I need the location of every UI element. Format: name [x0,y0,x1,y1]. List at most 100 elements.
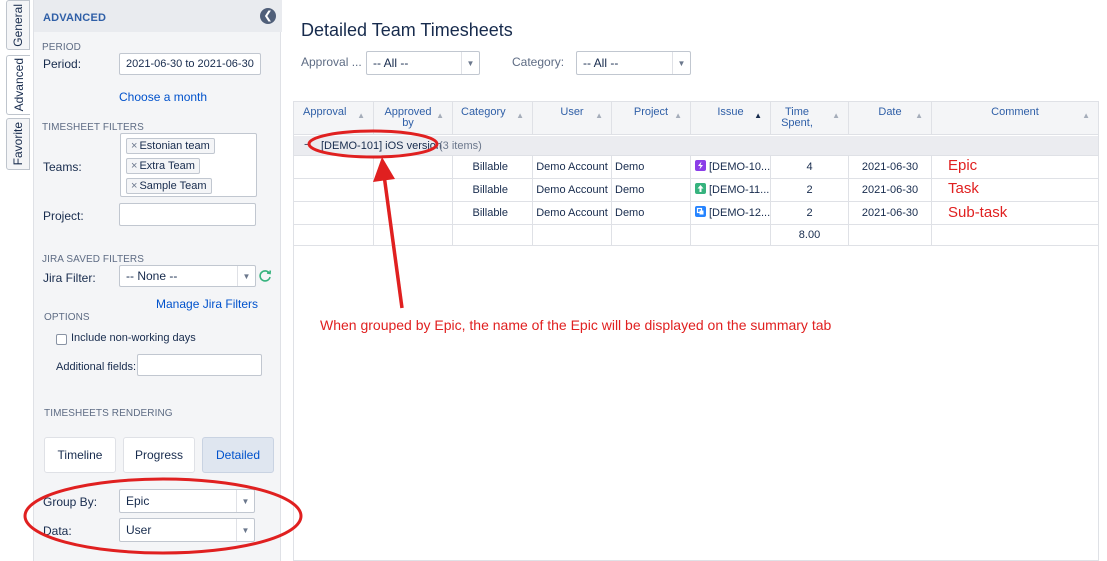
category-cell: Billable [453,202,533,225]
subtask-annotation: Sub-task [948,204,1008,221]
group-by-value: Epic [126,494,150,508]
additional-fields-label: Additional fields: [56,361,137,373]
column-header-approval[interactable]: Approval ▲ [294,102,374,135]
rendering-section-label: TIMESHEETS RENDERING [44,408,173,419]
manage-jira-filters-link[interactable]: Manage Jira Filters [156,297,258,311]
table-row[interactable]: Billable Demo Account Demo [DEMO-10... 4… [294,156,1098,179]
project-cell: Demo [612,202,691,225]
column-header-label: Issue [717,106,744,118]
jira-filter-label: Jira Filter: [43,271,96,285]
tab-favorite[interactable]: Favorite [6,118,30,170]
approval-filter-select[interactable]: -- All -- ▼ [366,51,480,75]
remove-chip-icon[interactable]: × [131,180,137,192]
timeline-button-label: Timeline [57,448,103,462]
issue-cell[interactable]: [DEMO-10... [691,156,771,179]
user-cell: Demo Account [533,156,612,179]
task-icon [695,183,706,194]
column-header-comment[interactable]: Comment ▲ [932,102,1098,135]
issue-cell[interactable]: [DEMO-11... [691,179,771,202]
timesheet-filters-section-label: TIMESHEET FILTERS [42,122,144,133]
date-cell: 2021-06-30 [849,179,932,202]
column-header-issue[interactable]: Issue ▲ [691,102,771,135]
project-cell: Demo [612,156,691,179]
remove-chip-icon[interactable]: × [131,160,137,172]
team-chip[interactable]: × Extra Team [126,158,200,174]
empty-cell [533,225,612,246]
user-cell: Demo Account [533,202,612,225]
group-name: [DEMO-101] iOS version [321,140,443,152]
teams-multiselect[interactable]: × Estonian team × Extra Team × Sample Team [120,133,257,197]
column-header-label: Approval [303,106,347,118]
approved-by-cell [374,179,453,202]
collapse-sidebar-icon[interactable]: ❮ [260,8,276,24]
user-cell: Demo Account [533,179,612,202]
options-section-label: OPTIONS [44,312,90,323]
column-header-label: Project [633,106,669,118]
time-cell: 4 [771,156,849,179]
sort-icon: ▲ [436,111,444,120]
team-chip[interactable]: × Estonian team [126,138,215,154]
column-header-project[interactable]: Project ▲ [612,102,691,135]
column-header-approved-by[interactable]: Approved by ▲ [374,102,453,135]
approval-cell [294,202,374,225]
tab-advanced-label: Advanced [11,58,26,112]
approval-cell [294,156,374,179]
column-header-time-spent[interactable]: Time Spent, ▲ [771,102,849,135]
tab-general[interactable]: General [6,0,30,50]
jira-filter-select[interactable]: -- None -- ▼ [119,265,256,287]
empty-cell [612,225,691,246]
sort-icon: ▲ [595,111,603,120]
tab-advanced[interactable]: Advanced [6,55,30,115]
period-field[interactable]: 2021-06-30 to 2021-06-30 [119,53,261,75]
category-filter-label: Category: [512,55,565,69]
chevron-down-icon: ▼ [461,52,479,74]
annotation-note: When grouped by Epic, the name of the Ep… [320,317,832,333]
epic-icon [695,160,706,171]
progress-button[interactable]: Progress [123,437,195,473]
group-collapse-toggle[interactable]: − [304,139,310,151]
data-label: Data: [43,524,72,538]
sort-asc-icon: ▲ [754,111,762,120]
epic-annotation: Epic [948,157,978,174]
chevron-down-icon: ▼ [236,519,254,541]
choose-month-link[interactable]: Choose a month [119,90,207,104]
jira-filter-value: -- None -- [126,269,178,283]
column-header-user[interactable]: User ▲ [533,102,612,135]
empty-cell [691,225,771,246]
team-chip[interactable]: × Sample Team [126,178,212,194]
issue-key: [DEMO-12... [709,207,771,219]
teams-label: Teams: [43,160,82,174]
sort-icon: ▲ [674,111,682,120]
approved-by-cell [374,156,453,179]
data-select[interactable]: User ▼ [119,518,255,542]
category-filter-select[interactable]: -- All -- ▼ [576,51,691,75]
group-by-select[interactable]: Epic ▼ [119,489,255,513]
period-label: Period: [43,57,82,71]
sidebar-title: ADVANCED [43,12,107,24]
approved-by-cell [374,202,453,225]
grid-header: Approval ▲ Approved by ▲ Category ▲ User ▲ P… [294,102,1098,135]
remove-chip-icon[interactable]: × [131,140,137,152]
vertical-tab-bar: General Advanced Favorite [0,0,32,561]
category-cell: Billable [453,179,533,202]
sort-icon: ▲ [357,111,365,120]
tab-favorite-label: Favorite [11,122,25,166]
approval-cell [294,179,374,202]
detailed-button[interactable]: Detailed [202,437,274,473]
project-field[interactable] [119,203,256,226]
column-header-label: Approved by [384,106,432,129]
timeline-button[interactable]: Timeline [44,437,116,473]
time-cell: 2 [771,179,849,202]
issue-cell[interactable]: [DEMO-12... [691,202,771,225]
group-row[interactable]: − [DEMO-101] iOS version (3 items) [294,136,1098,156]
issue-key: [DEMO-11... [709,184,770,196]
column-header-category[interactable]: Category ▲ [453,102,533,135]
refresh-icon[interactable] [258,269,272,283]
nonworking-days-label: Include non-working days [71,332,196,344]
progress-button-label: Progress [134,448,184,462]
additional-fields-input[interactable] [137,354,262,376]
column-header-date[interactable]: Date ▲ [849,102,932,135]
chevron-down-icon: ▼ [672,52,690,74]
task-annotation: Task [948,180,979,197]
nonworking-days-checkbox[interactable] [56,334,67,345]
